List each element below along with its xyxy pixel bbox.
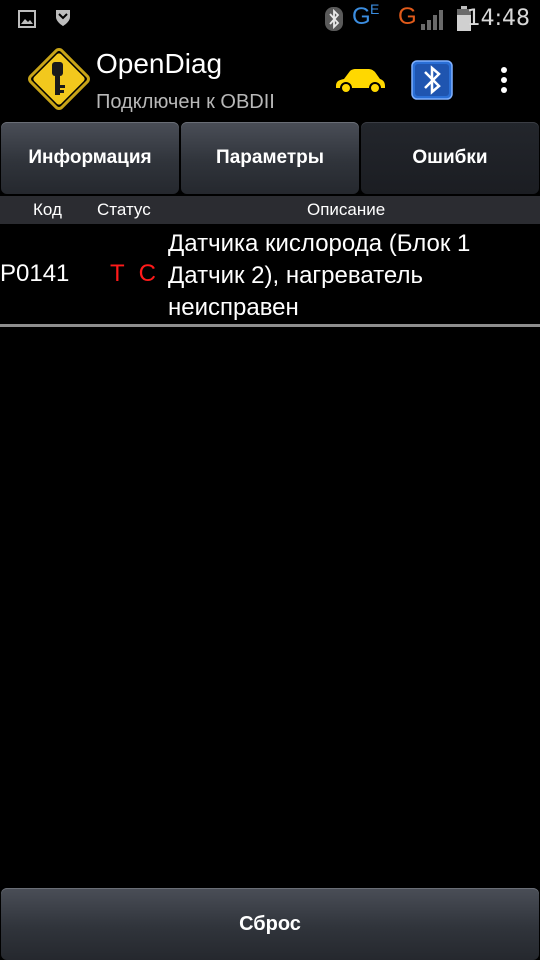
status-bar: G E G 14:48 <box>0 0 540 38</box>
tab-information[interactable]: Информация <box>1 122 179 194</box>
tab-label: Ошибки <box>412 147 488 168</box>
signal-bars-icon <box>421 10 443 30</box>
reset-button-label: Сброс <box>239 912 301 935</box>
app-title: OpenDiag <box>96 48 223 79</box>
column-header-description: Описание <box>307 200 386 219</box>
column-header-code: Код <box>33 200 62 219</box>
table-header: Код Статус Описание <box>0 196 540 224</box>
connection-status: Подключен к OBDII <box>96 91 275 113</box>
error-status: ТС <box>110 260 170 288</box>
overflow-menu-icon[interactable] <box>492 64 516 98</box>
network-e-label: E <box>370 1 380 17</box>
status-flag: С <box>138 260 157 287</box>
status-flag: Т <box>110 260 125 287</box>
car-icon[interactable] <box>334 66 386 94</box>
gallery-icon <box>18 10 36 28</box>
reset-button[interactable]: Сброс <box>1 888 539 960</box>
tab-parameters[interactable]: Параметры <box>181 122 359 194</box>
tab-errors[interactable]: Ошибки <box>361 122 539 194</box>
bluetooth-icon <box>325 7 343 31</box>
column-header-status: Статус <box>97 200 151 219</box>
tab-label: Информация <box>28 147 152 168</box>
shield-notification-icon <box>56 10 70 26</box>
table-row[interactable]: P0141 ТС Датчика кислорода (Блок 1 Датчи… <box>0 224 540 324</box>
network-g2-label: G <box>398 3 417 30</box>
error-description: Датчика кислорода (Блок 1 Датчик 2), наг… <box>168 230 471 321</box>
error-code: P0141 <box>0 260 70 287</box>
network-type-indicator: G E G <box>352 1 418 33</box>
bluetooth-adapter-icon[interactable] <box>411 60 453 100</box>
row-divider <box>0 324 540 327</box>
screen: G E G 14:48 OpenDiag Подключен к OBDII И… <box>0 0 540 960</box>
clock-time: 14:48 <box>466 6 530 31</box>
tab-label: Параметры <box>216 147 324 168</box>
app-bar: OpenDiag Подключен к OBDII <box>0 38 540 120</box>
app-logo-key-icon[interactable] <box>22 42 96 116</box>
network-g-label: G <box>352 3 371 30</box>
tab-bar: Информация Параметры Ошибки <box>0 122 540 194</box>
